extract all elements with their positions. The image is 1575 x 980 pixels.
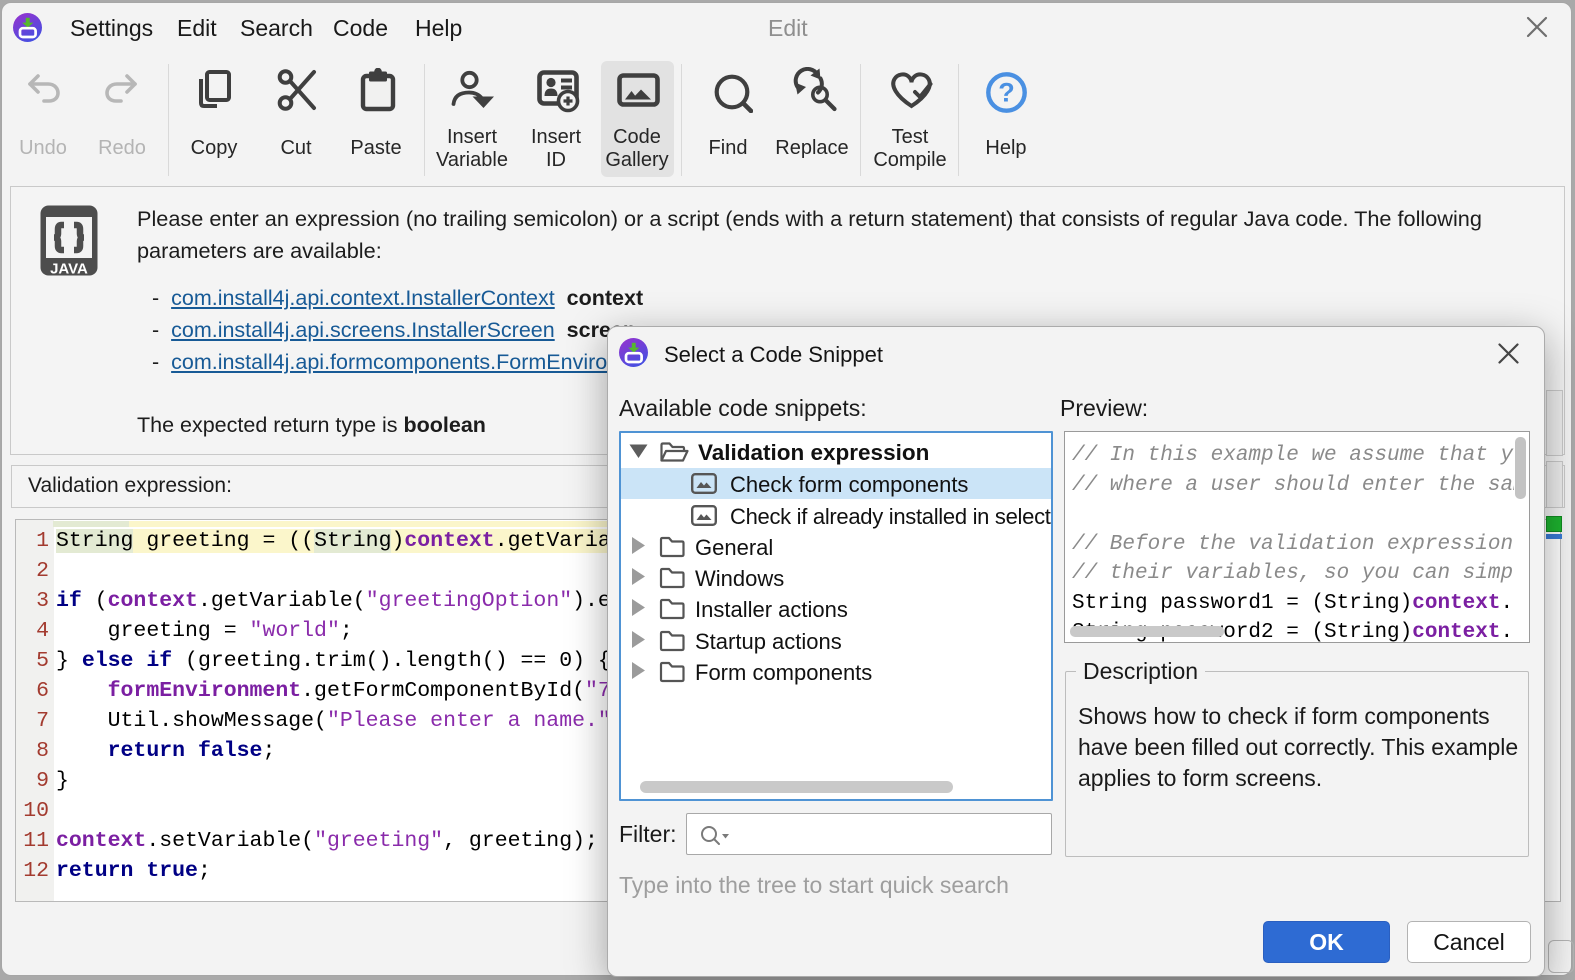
svg-text:JAVA: JAVA xyxy=(50,261,88,277)
svg-text:?: ? xyxy=(998,78,1015,108)
